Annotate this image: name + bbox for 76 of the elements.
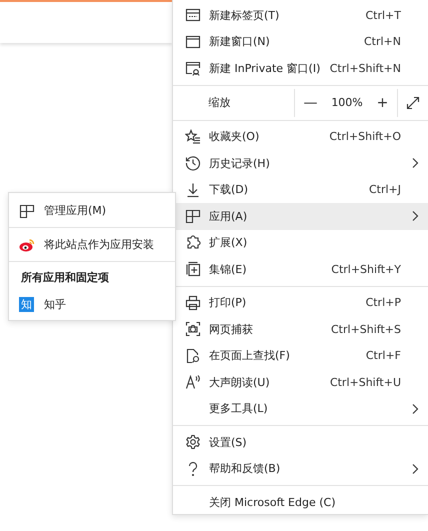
site-logo-icon [18, 238, 34, 252]
zoom-in-button[interactable]: + [372, 94, 392, 110]
shortcut-label: Ctrl+Shift+S [331, 322, 401, 336]
menu-item-label: 管理应用(M) [44, 203, 106, 218]
section-heading: 所有应用和固定项 [20, 270, 110, 286]
menu-item-label: 新建 InPrivate 窗口(I) [209, 60, 322, 76]
menu-item[interactable]: 关闭 Microsoft Edge (C) [173, 489, 428, 516]
history-clock-icon [185, 155, 201, 172]
menu-item[interactable]: 大声朗读(U) Ctrl+Shift+U [173, 369, 428, 396]
menu-item[interactable]: 网页捕获 Ctrl+Shift+S [173, 316, 428, 342]
menu-item-label: 帮助和反馈(B) [209, 461, 282, 476]
shortcut-label: Ctrl+P [366, 296, 401, 310]
shortcut-label: Ctrl+Shift+O [329, 130, 401, 144]
menu-item-label: 新建标签页(T) [209, 8, 280, 23]
settings-icon [185, 434, 201, 450]
menu-item[interactable]: 集锦(E) Ctrl+Shift+Y [173, 256, 428, 282]
shortcut-label: Ctrl+N [364, 35, 401, 48]
menu-item-label: 将此站点作为应用安装 [44, 237, 154, 252]
menu-item[interactable]: 管理应用(M) [9, 197, 175, 224]
menu-item-label: 应用(A) [209, 208, 248, 224]
shortcut-label: Ctrl+Shift+Y [331, 262, 401, 276]
app-logo-badge: 知 [19, 297, 34, 312]
menu-item[interactable]: 应用(A) [173, 203, 428, 230]
menu-item[interactable]: 新建标签页(T) Ctrl+T [173, 2, 428, 28]
menu-item[interactable]: 历史记录(H) [173, 150, 428, 176]
shortcut-label: Ctrl+J [368, 183, 401, 196]
apps-icon [185, 208, 201, 224]
menu-item-label: 大声朗读(U) [209, 374, 271, 390]
menu-item-label: 下载(D) [209, 182, 250, 198]
menu-item-label: 扩展(X) [209, 235, 248, 250]
menu-item[interactable]: 帮助和反馈(B) [173, 456, 428, 482]
menu-item[interactable]: 更多工具(L) [173, 396, 428, 422]
menu-item-label: 设置(S) [209, 434, 248, 450]
new-tab-icon [185, 7, 201, 24]
shortcut-label: Ctrl+Shift+N [330, 62, 401, 75]
menu-item[interactable]: 在页面上查找(F) Ctrl+F [173, 342, 428, 369]
chevron-right-icon [410, 462, 418, 475]
private-window-icon [185, 60, 201, 76]
zoom-out-button[interactable]: — [299, 94, 322, 110]
menu-item-label: 收藏夹(O) [209, 129, 260, 144]
menu-item-label: 历史记录(H) [209, 156, 271, 171]
read-aloud-icon [185, 374, 201, 390]
chevron-right-icon [410, 157, 418, 170]
menu-item[interactable]: 设置(S) [173, 429, 428, 456]
puzzle-icon [185, 234, 201, 251]
zoom-value: 100% [331, 96, 363, 109]
menu-item-label: 更多工具(L) [209, 401, 269, 416]
menu-item[interactable]: 打印(P) Ctrl+P [173, 290, 428, 316]
menu-item-label: 在页面上查找(F) [209, 348, 291, 364]
menu-item[interactable]: 下载(D) Ctrl+J [173, 176, 428, 203]
find-page-icon [185, 348, 201, 364]
menu-item-label: 关闭 Microsoft Edge (C) [209, 494, 336, 510]
menu-item-label: 网页捕获 [209, 322, 254, 337]
menu-item[interactable]: 新建 InPrivate 窗口(I) Ctrl+Shift+N [173, 55, 428, 82]
shortcut-label: Ctrl+T [365, 8, 401, 22]
menu-item[interactable]: 将此站点作为应用安装 [9, 231, 175, 258]
apps-icon [18, 202, 34, 218]
chevron-right-icon [410, 210, 418, 222]
menu-item-label: 打印(P) [209, 295, 248, 310]
menu-item-label: 集锦(E) [209, 262, 248, 277]
shortcut-label: Ctrl+Shift+U [330, 376, 401, 389]
chevron-right-icon [410, 402, 418, 415]
window-icon [185, 34, 201, 50]
menu-item[interactable]: 新建窗口(N) Ctrl+N [173, 28, 428, 55]
printer-icon [185, 294, 201, 311]
menu-item[interactable]: 收藏夹(O) Ctrl+Shift+O [173, 124, 428, 150]
shortcut-label: Ctrl+F [366, 349, 401, 362]
menu-item[interactable]: 扩展(X) [173, 230, 428, 256]
menu-item-label: 新建窗口(N) [209, 34, 271, 50]
app-name: 知乎 [44, 297, 66, 312]
zoom-label: 缩放 [208, 95, 232, 110]
screenshot-icon [185, 321, 201, 338]
collections-icon [185, 261, 201, 278]
favorites-star-icon [185, 128, 201, 145]
download-icon [185, 182, 201, 198]
app-item[interactable]: 知 知乎 [9, 291, 175, 318]
